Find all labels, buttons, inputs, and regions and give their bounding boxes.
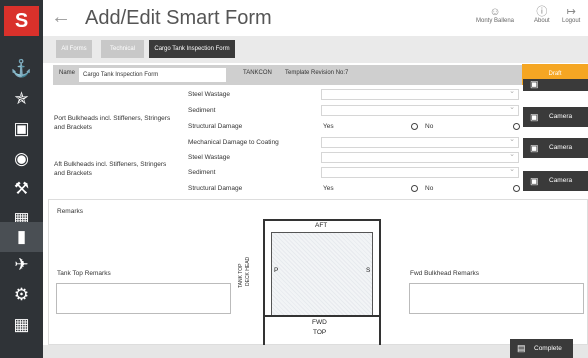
section-label-aft-bulkheads: Aft Bulkheads incl. Stiffeners, Stringer… bbox=[54, 161, 167, 177]
tank-top-remarks-input[interactable] bbox=[56, 283, 231, 314]
inbox-icon[interactable]: ▣ bbox=[0, 114, 43, 144]
about-button[interactable]: ⓘ About bbox=[534, 6, 550, 24]
tab-all-forms[interactable]: All Forms bbox=[56, 40, 92, 58]
answer-dropdown[interactable] bbox=[321, 150, 519, 163]
ship-icon[interactable]: ⚓ bbox=[0, 54, 43, 84]
bottom-bar bbox=[43, 345, 588, 358]
camera-label: Camera bbox=[549, 177, 573, 184]
camera-icon: ▣ bbox=[530, 79, 539, 89]
tank-top-remarks-label: Tank Top Remarks bbox=[57, 270, 111, 277]
tank-top-side-label: TANK TOP bbox=[238, 263, 244, 288]
camera-button[interactable]: ▣ Camera bbox=[523, 171, 588, 191]
user-name: Monty Ballena bbox=[476, 18, 515, 24]
gear-icon[interactable]: ⚙ bbox=[0, 280, 43, 310]
logout-icon: ↦ bbox=[566, 6, 576, 18]
template-code: TANKCON bbox=[243, 70, 272, 76]
answer-dropdown[interactable] bbox=[321, 87, 519, 100]
row-label: Mechanical Damage to Coating bbox=[188, 139, 279, 146]
tank-top-area[interactable] bbox=[271, 232, 373, 316]
chart-icon[interactable]: ▦ bbox=[0, 310, 43, 340]
row-label: Structural Damage bbox=[188, 123, 243, 130]
tab-cargo-tank-inspection-form[interactable]: Cargo Tank Inspection Form bbox=[149, 40, 235, 58]
page-title: Add/Edit Smart Form bbox=[85, 7, 272, 29]
deck-head-side-label: DECK HEAD bbox=[245, 256, 251, 286]
left-rail: S ⚓ ✯ ▣ ◉ ⚒ ▦ ▮ ✈ ⚙ ▦ bbox=[0, 0, 43, 358]
fwd-bulkhead-remarks-input[interactable] bbox=[409, 283, 584, 314]
answer-no-label: No bbox=[425, 123, 434, 130]
row-label: Steel Wastage bbox=[188, 154, 231, 161]
camera-button[interactable]: ▣ bbox=[523, 79, 588, 91]
aft-label: AFT bbox=[315, 222, 328, 229]
breadcrumb-tabs: All Forms Technical Cargo Tank Inspectio… bbox=[43, 36, 588, 63]
form-name-row: Name Cargo Tank Inspection Form TANKCON … bbox=[53, 65, 588, 85]
answer-yes-label: Yes bbox=[323, 185, 334, 192]
remarks-title: Remarks bbox=[57, 208, 84, 215]
about-label: About bbox=[534, 18, 550, 24]
logout-label: Logout bbox=[562, 18, 581, 24]
crane-icon[interactable]: ✯ bbox=[0, 84, 43, 114]
camera-label: Camera bbox=[549, 144, 573, 151]
answer-yes-label: Yes bbox=[323, 123, 334, 130]
answer-dropdown[interactable] bbox=[321, 103, 519, 116]
user-icon: ☺ bbox=[489, 6, 501, 18]
name-label: Name bbox=[59, 70, 76, 76]
name-field[interactable]: Cargo Tank Inspection Form bbox=[79, 68, 226, 82]
camera-icon: ▣ bbox=[530, 176, 539, 186]
camera-icon: ▣ bbox=[530, 112, 539, 122]
radio-other[interactable] bbox=[513, 123, 520, 130]
row-label: Sediment bbox=[188, 107, 216, 114]
starboard-label: S bbox=[366, 267, 371, 274]
radio-other[interactable] bbox=[513, 185, 520, 192]
tab-technical[interactable]: Technical bbox=[101, 40, 144, 58]
camera-button[interactable]: ▣ Camera bbox=[523, 138, 588, 158]
radio-no[interactable] bbox=[411, 185, 418, 192]
fwd-bulkhead-remarks-label: Fwd Bulkhead Remarks bbox=[410, 270, 479, 277]
camera-button[interactable]: ▣ Camera bbox=[523, 107, 588, 127]
inspection-form: Port Bulkheads incl. Stiffeners, Stringe… bbox=[43, 79, 588, 195]
top-label: TOP bbox=[313, 329, 327, 336]
gauge-icon[interactable]: ◉ bbox=[0, 144, 43, 174]
plane-icon[interactable]: ✈ bbox=[0, 250, 43, 280]
divider-line bbox=[263, 315, 381, 317]
answer-no-label: No bbox=[425, 185, 434, 192]
save-icon: ▤ bbox=[517, 343, 526, 353]
fwd-label: FWD bbox=[312, 319, 327, 326]
answer-dropdown[interactable] bbox=[321, 135, 519, 148]
complete-label: Complete bbox=[534, 345, 562, 352]
document-icon[interactable]: ▮ bbox=[0, 222, 43, 252]
row-label: Steel Wastage bbox=[188, 91, 231, 98]
tools-icon[interactable]: ⚒ bbox=[0, 174, 43, 204]
section-label-port-bulkheads: Port Bulkheads incl. Stiffeners, Stringe… bbox=[54, 115, 171, 131]
radio-no[interactable] bbox=[411, 123, 418, 130]
camera-label: Camera bbox=[549, 113, 573, 120]
back-arrow-icon[interactable]: ← bbox=[51, 6, 71, 29]
user-button[interactable]: ☺ Monty Ballena bbox=[476, 6, 514, 24]
complete-button[interactable]: ▤ Complete bbox=[510, 339, 573, 358]
header: ← Add/Edit Smart Form ☺ Monty Ballena ⓘ … bbox=[43, 0, 588, 36]
logout-button[interactable]: ↦ Logout bbox=[562, 6, 580, 24]
row-label: Structural Damage bbox=[188, 185, 243, 192]
answer-dropdown[interactable] bbox=[321, 165, 519, 178]
port-label: P bbox=[274, 267, 279, 274]
template-revision: Template Revision No:7 bbox=[285, 70, 349, 76]
tank-diagram[interactable]: AFT P S FWD TOP bbox=[263, 219, 381, 346]
info-icon: ⓘ bbox=[536, 6, 548, 18]
camera-icon: ▣ bbox=[530, 143, 539, 153]
row-label: Sediment bbox=[188, 169, 216, 176]
app-logo[interactable]: S bbox=[4, 6, 39, 36]
